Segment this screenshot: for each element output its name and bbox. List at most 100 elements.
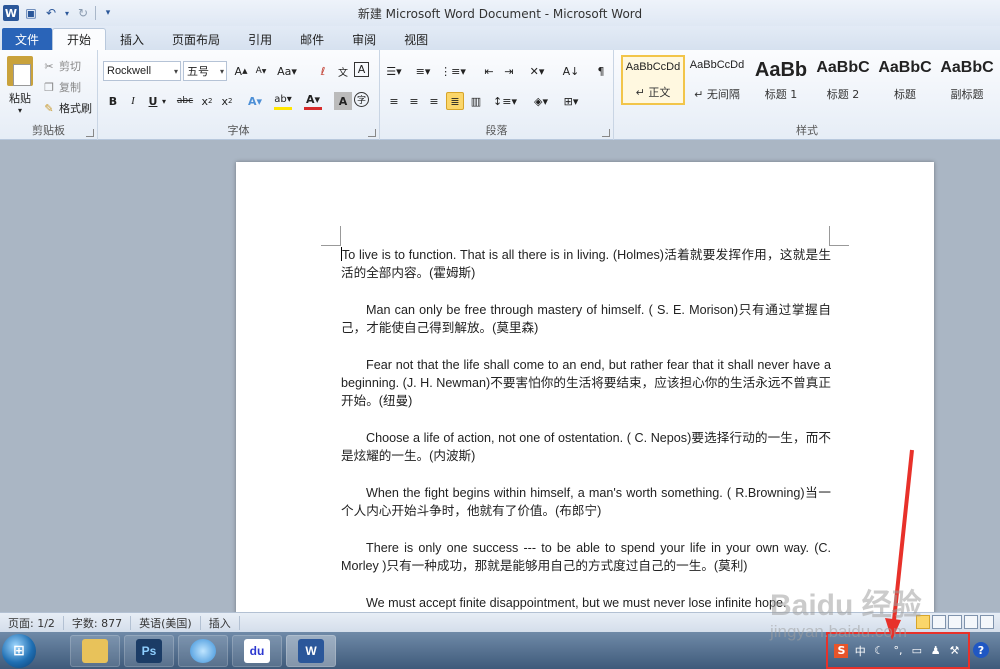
change-case-icon[interactable]: Aa▾ bbox=[277, 62, 297, 80]
increase-indent-icon[interactable]: ⇥ bbox=[500, 62, 518, 80]
font-name-select[interactable]: Rockwell ▾ bbox=[103, 61, 181, 81]
language-indicator[interactable]: 英语(美国) bbox=[131, 615, 201, 630]
paragraph-7[interactable]: We must accept finite disappointment, bu… bbox=[341, 594, 831, 612]
punctuation-icon[interactable]: °, bbox=[891, 644, 905, 658]
decrease-indent-icon[interactable]: ⇤ bbox=[480, 62, 498, 80]
start-button-icon[interactable]: ⊞ bbox=[2, 633, 36, 668]
format-painter-button[interactable]: ✎ 格式刷 bbox=[42, 98, 92, 118]
style-title[interactable]: AaBbC 标题 bbox=[873, 55, 937, 105]
font-group: Rockwell ▾ 五号 ▾ A ▲ A ▼ Aa▾ ℓ 文 A B I U ▾ … bbox=[98, 50, 380, 140]
tab-insert[interactable]: 插入 bbox=[106, 28, 158, 50]
undo-icon[interactable]: ↶ bbox=[43, 5, 59, 21]
tab-mailings[interactable]: 邮件 bbox=[286, 28, 338, 50]
clipboard-launcher-icon[interactable] bbox=[86, 129, 94, 137]
style-subtitle[interactable]: AaBbC 副标题 bbox=[935, 55, 999, 105]
print-layout-icon[interactable] bbox=[916, 615, 930, 629]
font-launcher-icon[interactable] bbox=[368, 129, 376, 137]
tab-file[interactable]: 文件 bbox=[2, 28, 53, 50]
underline-dropdown-icon[interactable]: ▾ bbox=[160, 92, 168, 110]
document-workspace[interactable]: To live is to function. That is all ther… bbox=[0, 140, 1000, 612]
shrink-font-icon[interactable]: A ▼ bbox=[252, 62, 270, 80]
word-count[interactable]: 字数: 877 bbox=[64, 615, 132, 630]
grow-font-icon[interactable]: A ▲ bbox=[232, 62, 250, 80]
clear-formatting-icon[interactable]: ℓ bbox=[314, 62, 332, 80]
status-bar: 页面: 1/2 字数: 877 英语(美国) 插入 bbox=[0, 612, 1000, 632]
taskbar-browser[interactable] bbox=[178, 634, 228, 667]
soft-keyboard-icon[interactable]: ▭ bbox=[910, 644, 924, 658]
half-width-moon-icon[interactable]: ☾ bbox=[872, 644, 886, 658]
document-body[interactable]: To live is to function. That is all ther… bbox=[341, 246, 831, 612]
tab-home[interactable]: 开始 bbox=[52, 28, 107, 50]
style-no-spacing[interactable]: AaBbCcDd ↵ 无间隔 bbox=[685, 55, 749, 105]
insert-mode[interactable]: 插入 bbox=[201, 615, 240, 630]
save-icon[interactable]: ▣ bbox=[23, 5, 39, 21]
document-page[interactable]: To live is to function. That is all ther… bbox=[236, 162, 934, 612]
bold-icon[interactable]: B bbox=[104, 92, 122, 110]
copy-button[interactable]: ❐ 复制 bbox=[42, 77, 92, 97]
paragraph-2[interactable]: Man can only be free through mastery of … bbox=[341, 301, 831, 337]
strikethrough-icon[interactable]: abc bbox=[176, 92, 194, 110]
justify-icon[interactable]: ≣ bbox=[446, 92, 464, 110]
cut-button[interactable]: ✂ 剪切 bbox=[42, 56, 92, 76]
taskbar-word[interactable]: W bbox=[286, 634, 336, 667]
borders-icon[interactable]: ⊞▾ bbox=[562, 92, 580, 110]
align-center-icon[interactable]: ≡ bbox=[405, 92, 423, 110]
phonetic-guide-icon[interactable]: 文 bbox=[334, 62, 352, 80]
redo-icon[interactable]: ↻ bbox=[75, 5, 91, 21]
italic-icon[interactable]: I bbox=[124, 92, 142, 110]
multilevel-list-icon[interactable]: ⋮≡▾ bbox=[440, 62, 466, 80]
shading-icon[interactable]: ◈▾ bbox=[532, 92, 550, 110]
superscript-icon[interactable]: x2 bbox=[218, 92, 236, 110]
undo-dropdown-icon[interactable]: ▾ bbox=[63, 5, 71, 21]
taskbar-explorer[interactable] bbox=[70, 634, 120, 667]
sort-icon[interactable]: A↓ bbox=[562, 62, 580, 80]
draft-icon[interactable] bbox=[980, 615, 994, 629]
outline-icon[interactable] bbox=[964, 615, 978, 629]
web-layout-icon[interactable] bbox=[948, 615, 962, 629]
tab-page-layout[interactable]: 页面布局 bbox=[158, 28, 234, 50]
wrench-tool-icon[interactable]: ⚒ bbox=[947, 644, 961, 658]
styles-group: AaBbCcDd ↵ 正文 AaBbCcDd ↵ 无间隔 AaBb 标题 1 A… bbox=[614, 50, 1000, 140]
font-size-select[interactable]: 五号 ▾ bbox=[183, 61, 227, 81]
distributed-icon[interactable]: ▥ bbox=[467, 92, 485, 110]
highlight-color-icon[interactable]: ab▾ bbox=[274, 92, 292, 110]
full-screen-reading-icon[interactable] bbox=[932, 615, 946, 629]
paste-button[interactable]: 粘贴 ▾ bbox=[4, 54, 36, 116]
subscript-icon[interactable]: x2 bbox=[198, 92, 216, 110]
paragraph-6[interactable]: There is only one success --- to be able… bbox=[341, 539, 831, 575]
bullets-icon[interactable]: ☰▾ bbox=[385, 62, 403, 80]
ime-mode-indicator[interactable]: 中 bbox=[853, 644, 867, 658]
tab-view[interactable]: 视图 bbox=[390, 28, 442, 50]
tab-references[interactable]: 引用 bbox=[234, 28, 286, 50]
style-heading-2[interactable]: AaBbC 标题 2 bbox=[811, 55, 875, 105]
page-count[interactable]: 页面: 1/2 bbox=[0, 615, 64, 630]
taskbar-baidu[interactable]: du bbox=[232, 634, 282, 667]
sogou-ime-icon[interactable]: S bbox=[834, 643, 849, 658]
align-right-icon[interactable]: ≡ bbox=[425, 92, 443, 110]
paragraph-4[interactable]: Choose a life of action, not one of oste… bbox=[341, 429, 831, 465]
style-normal[interactable]: AaBbCcDd ↵ 正文 bbox=[621, 55, 685, 105]
customize-qat-icon[interactable]: ▾ bbox=[100, 5, 116, 21]
character-border-icon[interactable]: A bbox=[354, 62, 369, 77]
style-heading-1[interactable]: AaBb 标题 1 bbox=[749, 55, 813, 105]
paragraph-1[interactable]: To live is to function. That is all ther… bbox=[341, 246, 831, 282]
line-spacing-icon[interactable]: ↕≡▾ bbox=[493, 92, 517, 110]
align-left-icon[interactable]: ≡ bbox=[385, 92, 403, 110]
ribbon-tabs: 文件 开始 插入 页面布局 引用 邮件 审阅 视图 bbox=[0, 26, 1000, 50]
chinese-layout-icon[interactable]: ✕▾ bbox=[528, 62, 546, 80]
numbering-icon[interactable]: ≡▾ bbox=[414, 62, 432, 80]
character-shading-icon[interactable]: A bbox=[334, 92, 352, 110]
paragraph-5[interactable]: When the fight begins within himself, a … bbox=[341, 484, 831, 520]
taskbar-photoshop[interactable]: Ps bbox=[124, 634, 174, 667]
text-effects-icon[interactable]: A▾ bbox=[246, 92, 264, 110]
word-logo-icon[interactable]: W bbox=[3, 5, 19, 21]
help-icon[interactable]: ? bbox=[973, 642, 989, 658]
tab-review[interactable]: 审阅 bbox=[338, 28, 390, 50]
skin-icon[interactable]: ♟ bbox=[929, 644, 943, 658]
paragraph-launcher-icon[interactable] bbox=[602, 129, 610, 137]
enclose-characters-icon[interactable]: 字 bbox=[354, 92, 369, 107]
show-marks-icon[interactable]: ¶ bbox=[592, 62, 610, 80]
clipboard-icon bbox=[7, 56, 33, 86]
paragraph-3[interactable]: Fear not that the life shall come to an … bbox=[341, 356, 831, 410]
font-color-icon[interactable]: A▾ bbox=[304, 92, 322, 110]
